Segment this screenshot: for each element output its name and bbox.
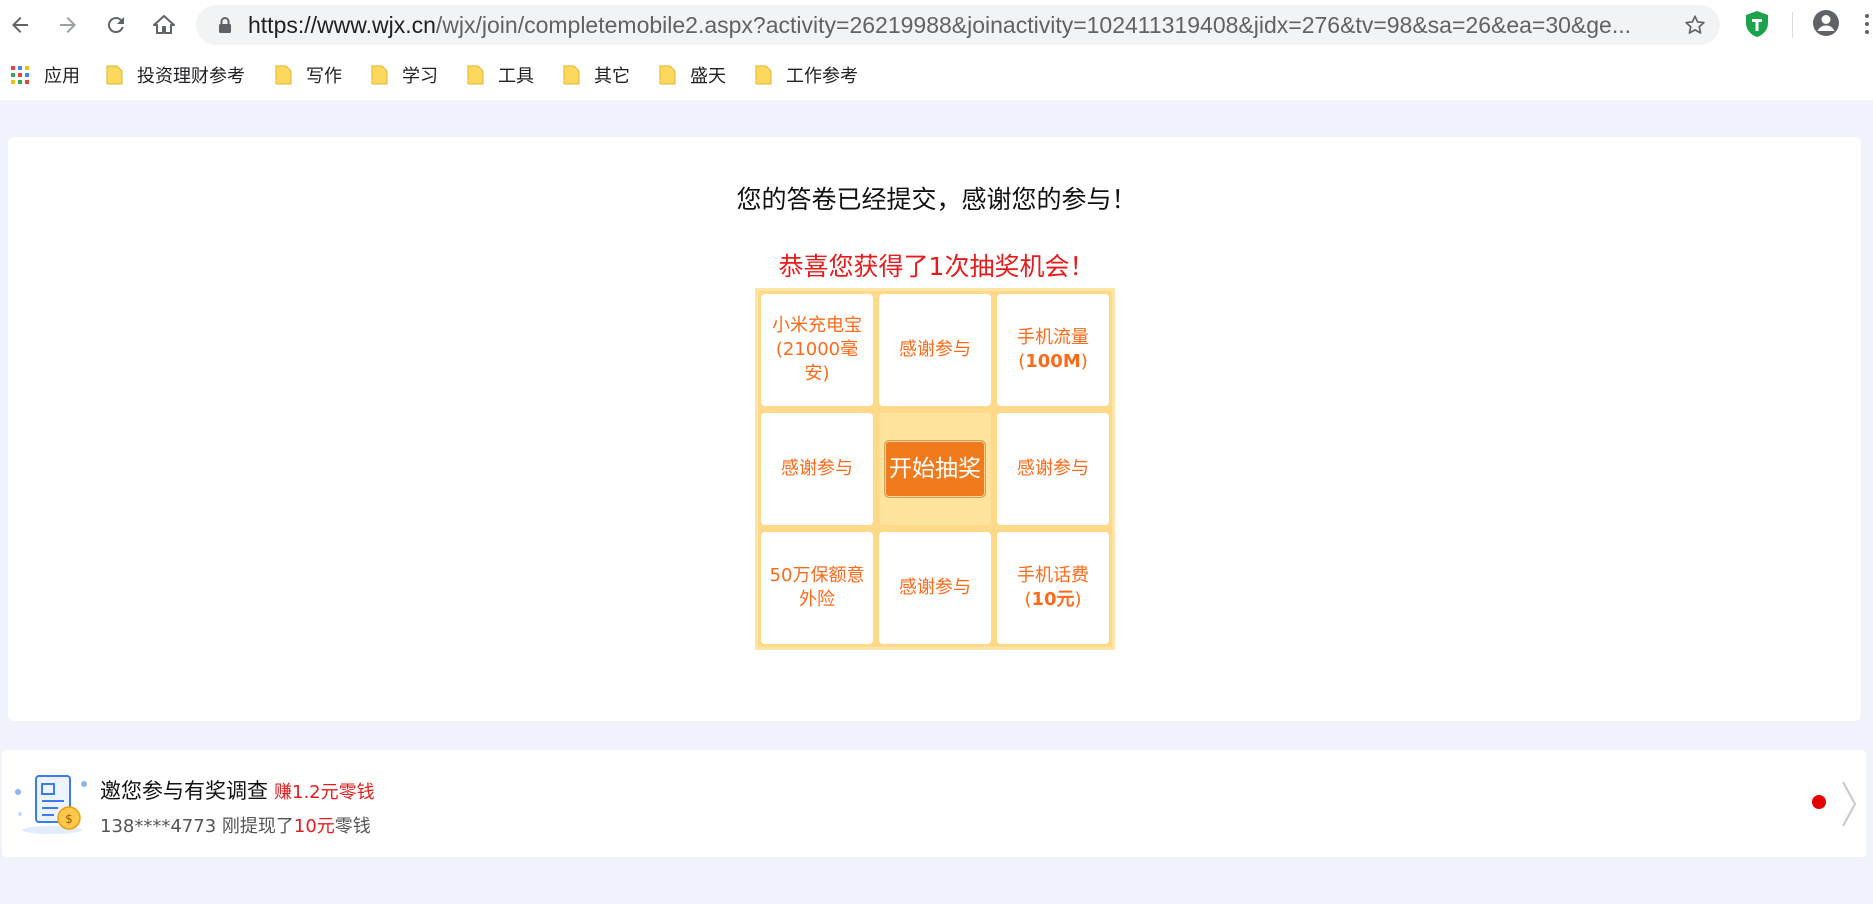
prize-cell-data-plan: 手机流量 (100M) (997, 294, 1109, 406)
bookmark-label: 盛天 (690, 66, 726, 86)
bookmark-folder[interactable]: 工作参考 (755, 62, 858, 88)
bookmark-label: 学习 (402, 66, 438, 86)
survey-title-text: 邀您参与有奖调查 (100, 779, 268, 803)
prize-amount: 100M (1025, 351, 1081, 372)
back-button[interactable] (4, 9, 36, 41)
bookmarks-bar: 应用 投资理财参考 写作 学习 工具 其它 盛天 工作参考 (0, 50, 1873, 100)
reload-icon (107, 17, 124, 34)
url-host: https://www.wjx.cn (248, 12, 436, 38)
bookmark-folder[interactable]: 学习 (371, 62, 438, 88)
prize-text: 50万保额意 (769, 565, 865, 586)
prize-cell-thanks: 感谢参与 (761, 413, 873, 525)
submit-thanks-message: 您的答卷已经提交，感谢您的参与！ (736, 185, 1137, 214)
address-bar[interactable]: https://www.wjx.cn/wjx/join/completemobi… (196, 5, 1720, 45)
prize-text: ) (1080, 351, 1088, 372)
folder-icon (563, 65, 580, 85)
chevron-right-icon[interactable] (1840, 780, 1858, 828)
folder-icon (106, 65, 123, 85)
prize-text: 感谢参与 (1017, 458, 1089, 479)
prize-amount: 10元 (1031, 589, 1075, 610)
notification-dot (1812, 795, 1826, 809)
bookmark-label: 工具 (498, 66, 534, 86)
home-button[interactable] (148, 9, 180, 41)
bookmark-apps[interactable]: 应用 (10, 62, 80, 88)
menu-kebab-icon[interactable] (1864, 12, 1870, 36)
ticker-prefix: 138****4773 刚提现了 (100, 816, 294, 837)
forward-button[interactable] (52, 9, 84, 41)
prize-text: 手机话费 (1017, 565, 1089, 586)
home-icon (153, 15, 175, 34)
prize-cell-thanks: 感谢参与 (879, 294, 991, 406)
arrow-left-icon (12, 17, 28, 33)
svg-text:$: $ (65, 812, 73, 826)
prize-text: 感谢参与 (899, 339, 971, 360)
reload-button[interactable] (100, 9, 132, 41)
prize-cell-thanks: 感谢参与 (879, 532, 991, 644)
paid-survey-banner[interactable]: $ 邀您参与有奖调查 赚1.2元零钱 138****4773 刚提现了10元零钱 (2, 750, 1866, 857)
bookmark-label: 投资理财参考 (137, 66, 245, 86)
survey-reward-icon: $ (15, 775, 87, 834)
lottery-center-cell: 开始抽奖 (879, 413, 991, 525)
shield-extension-icon[interactable] (1744, 10, 1770, 38)
prize-text: (21000毫安) (775, 339, 859, 384)
ticker-amount: 10元 (293, 816, 335, 837)
bookmark-folder[interactable]: 其它 (563, 62, 630, 88)
profile-avatar-icon[interactable] (1812, 9, 1840, 37)
withdraw-ticker: 138****4773 刚提现了10元零钱 (100, 812, 371, 838)
bookmark-star-icon[interactable] (1684, 14, 1706, 36)
prize-text: 手机流量 (1017, 327, 1089, 348)
bookmark-label: 写作 (306, 66, 342, 86)
apps-grid-icon (11, 66, 29, 84)
lottery-congrats-message: 恭喜您获得了1次抽奖机会！ (778, 252, 1095, 281)
prize-text: 感谢参与 (899, 577, 971, 598)
bookmark-label: 工作参考 (786, 66, 858, 86)
survey-reward-text: 赚1.2元零钱 (274, 782, 375, 803)
bookmark-label: 应用 (44, 66, 80, 86)
folder-icon (371, 65, 388, 85)
prize-text: 感谢参与 (781, 458, 853, 479)
bookmark-folder[interactable]: 写作 (275, 62, 342, 88)
folder-icon (467, 65, 484, 85)
start-lottery-button[interactable]: 开始抽奖 (884, 440, 986, 498)
folder-icon (659, 65, 676, 85)
folder-icon (755, 65, 772, 85)
prize-cell-phone-credit: 手机话费 (10元) (997, 532, 1109, 644)
toolbar-divider (1792, 12, 1793, 38)
prize-cell-thanks: 感谢参与 (997, 413, 1109, 525)
bookmark-folder[interactable]: 工具 (467, 62, 534, 88)
browser-toolbar: https://www.wjx.cn/wjx/join/completemobi… (0, 0, 1873, 50)
prize-text: 外险 (799, 589, 835, 610)
prize-text: ) (1074, 589, 1082, 610)
prize-cell-power-bank: 小米充电宝 (21000毫安) (761, 294, 873, 406)
bookmark-folder[interactable]: 投资理财参考 (106, 62, 245, 88)
url-text: https://www.wjx.cn/wjx/join/completemobi… (248, 5, 1668, 45)
ticker-suffix: 零钱 (334, 816, 371, 837)
arrow-right-icon (60, 17, 76, 33)
folder-icon (275, 65, 292, 85)
lock-icon (219, 17, 231, 33)
lottery-grid: 小米充电宝 (21000毫安) 感谢参与 手机流量 (100M) 感谢参与 开始抽奖… (755, 288, 1115, 650)
bookmark-label: 其它 (594, 66, 630, 86)
prize-cell-insurance: 50万保额意 外险 (761, 532, 873, 644)
bookmark-folder[interactable]: 盛天 (659, 62, 726, 88)
prize-text: 小米充电宝 (772, 315, 862, 336)
survey-title: 邀您参与有奖调查 赚1.2元零钱 (100, 775, 375, 805)
url-path: /wjx/join/completemobile2.aspx?activity=… (435, 12, 1632, 38)
